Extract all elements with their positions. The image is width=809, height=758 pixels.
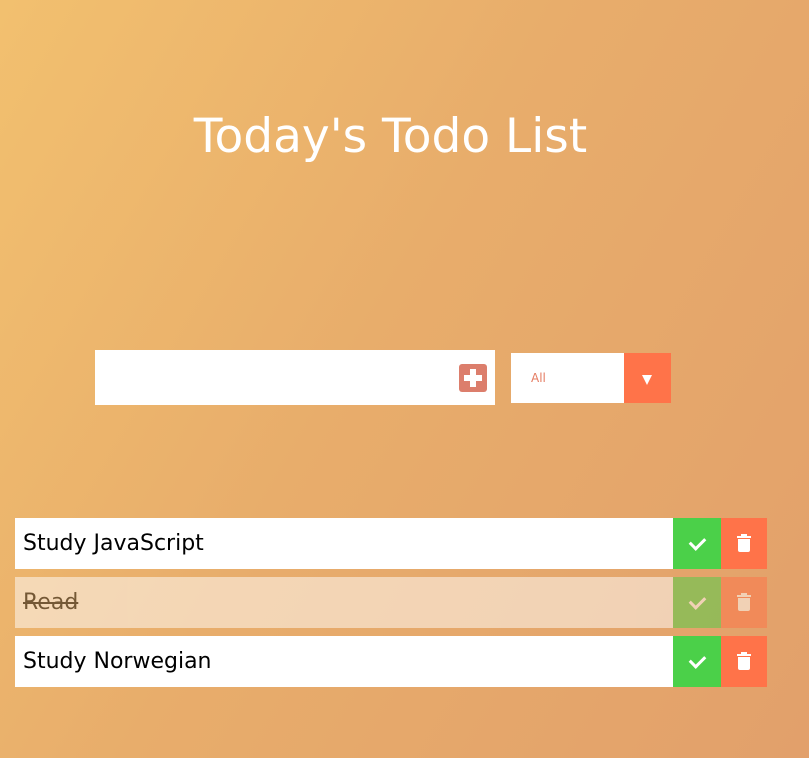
check-icon: [688, 533, 707, 551]
todo-text: Study JavaScript: [23, 531, 204, 556]
todo-text: Study Norwegian: [23, 649, 212, 674]
todo-list: Study JavaScript Read Study Norwegian: [15, 518, 767, 695]
delete-button[interactable]: [721, 636, 767, 687]
filter-selected-value: All: [531, 371, 546, 385]
page-title: Today's Todo List: [193, 109, 588, 165]
todo-input-container: [95, 350, 495, 405]
chevron-down-icon: [642, 375, 652, 385]
todo-input[interactable]: [95, 350, 445, 405]
todo-item: Study JavaScript: [15, 518, 767, 569]
filter-dropdown-button[interactable]: [624, 353, 671, 403]
todo-item-completed: Read: [15, 577, 767, 628]
delete-button[interactable]: [721, 518, 767, 569]
complete-button[interactable]: [673, 577, 721, 628]
todo-item: Study Norwegian: [15, 636, 767, 687]
complete-button[interactable]: [673, 518, 721, 569]
check-icon: [688, 651, 707, 669]
delete-button[interactable]: [721, 577, 767, 628]
todo-text: Read: [23, 590, 79, 615]
add-todo-button[interactable]: [459, 364, 487, 392]
check-icon: [688, 592, 707, 610]
filter-select[interactable]: All: [511, 353, 671, 403]
complete-button[interactable]: [673, 636, 721, 687]
